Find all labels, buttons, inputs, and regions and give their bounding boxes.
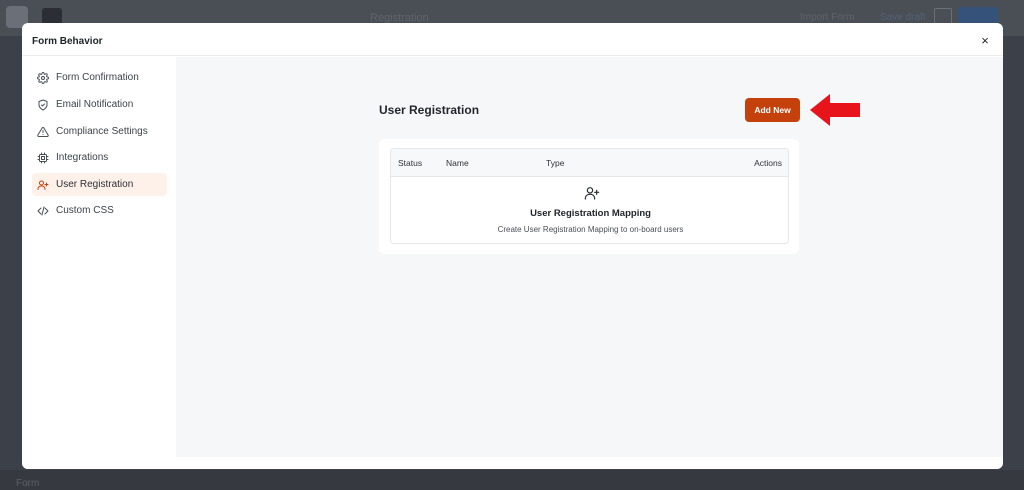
sidebar-item-label: Custom CSS <box>56 205 114 216</box>
background-save-link: Save draft <box>880 12 926 23</box>
column-status: Status <box>398 158 423 168</box>
red-arrow-annotation <box>810 94 860 126</box>
close-icon: × <box>981 33 989 48</box>
sidebar-item-label: Form Confirmation <box>56 72 139 83</box>
sidebar-item-integrations[interactable]: Integrations <box>32 146 167 169</box>
sidebar-item-label: Email Notification <box>56 99 134 110</box>
chip-icon <box>37 152 49 164</box>
sidebar-item-compliance-settings[interactable]: Compliance Settings <box>32 120 167 143</box>
sidebar-item-user-registration[interactable]: User Registration <box>32 173 167 196</box>
warning-icon <box>37 126 49 138</box>
main-panel: User Registration Add New Status Name Ty… <box>176 57 1003 457</box>
gear-icon <box>37 71 49 84</box>
sidebar: Form Confirmation Email Notification Com… <box>22 57 176 469</box>
table-header: Status Name Type Actions <box>391 149 788 177</box>
sidebar-item-custom-css[interactable]: Custom CSS <box>32 199 167 222</box>
background-footer-text: Form <box>16 478 40 489</box>
user-plus-icon <box>584 185 600 201</box>
add-new-button[interactable]: Add New <box>745 98 800 122</box>
sidebar-item-label: Compliance Settings <box>56 126 148 137</box>
sidebar-item-form-confirmation[interactable]: Form Confirmation <box>32 66 167 89</box>
code-icon <box>37 205 49 217</box>
mappings-card: Status Name Type Actions User Registrati… <box>379 139 799 254</box>
background-import-link: Import Form <box>800 12 855 23</box>
sidebar-item-label: User Registration <box>56 179 134 190</box>
sidebar-item-email-notification[interactable]: Email Notification <box>32 93 167 116</box>
close-button[interactable]: × <box>979 33 991 48</box>
empty-state-subtitle: Create User Registration Mapping to on-b… <box>497 225 684 234</box>
column-name: Name <box>446 158 469 168</box>
empty-state-title: User Registration Mapping <box>530 208 651 219</box>
page-title: User Registration <box>379 103 480 117</box>
mappings-table: Status Name Type Actions User Registrati… <box>390 148 789 244</box>
column-actions: Actions <box>754 158 782 168</box>
background-footer <box>0 470 1024 490</box>
user-plus-icon <box>37 179 49 191</box>
column-type: Type <box>546 158 565 168</box>
shield-icon <box>37 99 49 111</box>
sidebar-item-label: Integrations <box>56 152 109 163</box>
form-behavior-modal: Form Behavior × Form Confirmation Email … <box>22 23 1003 469</box>
modal-title: Form Behavior <box>32 36 103 47</box>
modal-header: Form Behavior × <box>22 23 1003 56</box>
